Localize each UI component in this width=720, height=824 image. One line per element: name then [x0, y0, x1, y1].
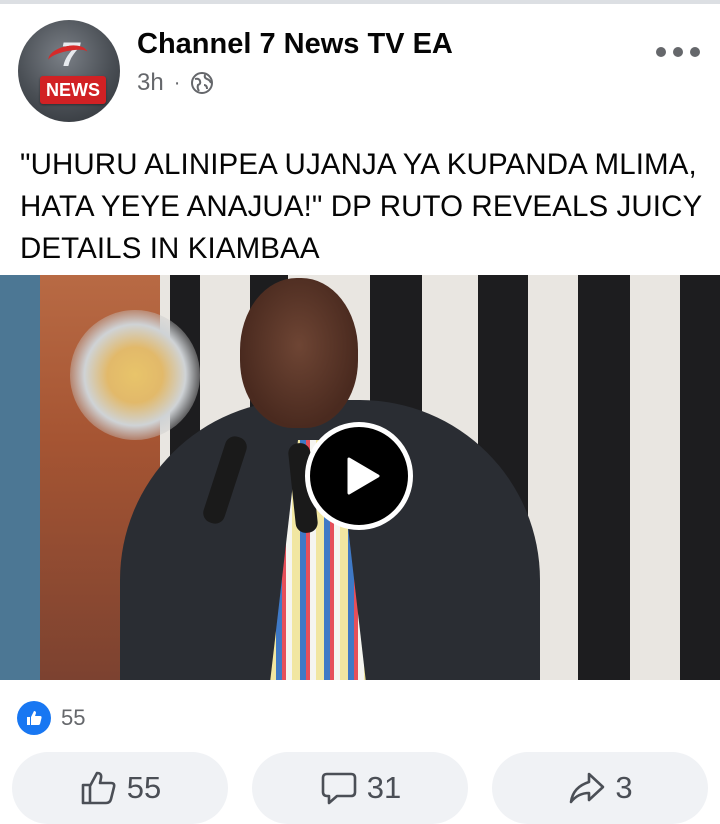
- share-count: 3: [615, 770, 633, 805]
- reactions-count: 55: [61, 705, 86, 730]
- share-button[interactable]: 3: [492, 752, 708, 824]
- blue-wall: [0, 275, 40, 680]
- play-icon: [347, 457, 380, 495]
- page-name-link[interactable]: Channel 7 News TV EA: [137, 28, 453, 61]
- more-options-button[interactable]: [656, 40, 700, 64]
- backdrop-stripe: [578, 275, 630, 680]
- comment-button[interactable]: 31: [252, 752, 468, 824]
- post-meta: 3h ·: [137, 68, 214, 98]
- like-icon: [17, 701, 51, 735]
- fan-image: [70, 310, 200, 440]
- page-avatar[interactable]: 7 NEWS: [18, 20, 120, 122]
- post-headline: "UHURU ALINIPEA UJANJA YA KUPANDA MLIMA,…: [20, 148, 702, 265]
- avatar-logo-text: NEWS: [40, 76, 106, 104]
- like-count: 55: [126, 770, 162, 805]
- share-arrow-icon: [570, 772, 605, 804]
- comment-count: 31: [366, 770, 402, 805]
- thumbs-up-icon: [81, 771, 116, 805]
- play-button[interactable]: [305, 422, 413, 530]
- more-dot-icon: [656, 47, 666, 57]
- more-dot-icon: [690, 47, 700, 57]
- speaker-head: [240, 278, 358, 428]
- more-dot-icon: [673, 47, 683, 57]
- backdrop-stripe: [680, 275, 720, 680]
- globe-icon: [190, 71, 214, 95]
- avatar-logo-number: 7: [52, 38, 88, 72]
- top-divider: [0, 0, 720, 4]
- meta-separator: ·: [173, 71, 181, 94]
- post-timestamp[interactable]: 3h: [137, 69, 164, 97]
- reactions-summary[interactable]: 55: [17, 700, 85, 736]
- comment-bubble-icon: [321, 772, 357, 805]
- like-button[interactable]: 55: [12, 752, 228, 824]
